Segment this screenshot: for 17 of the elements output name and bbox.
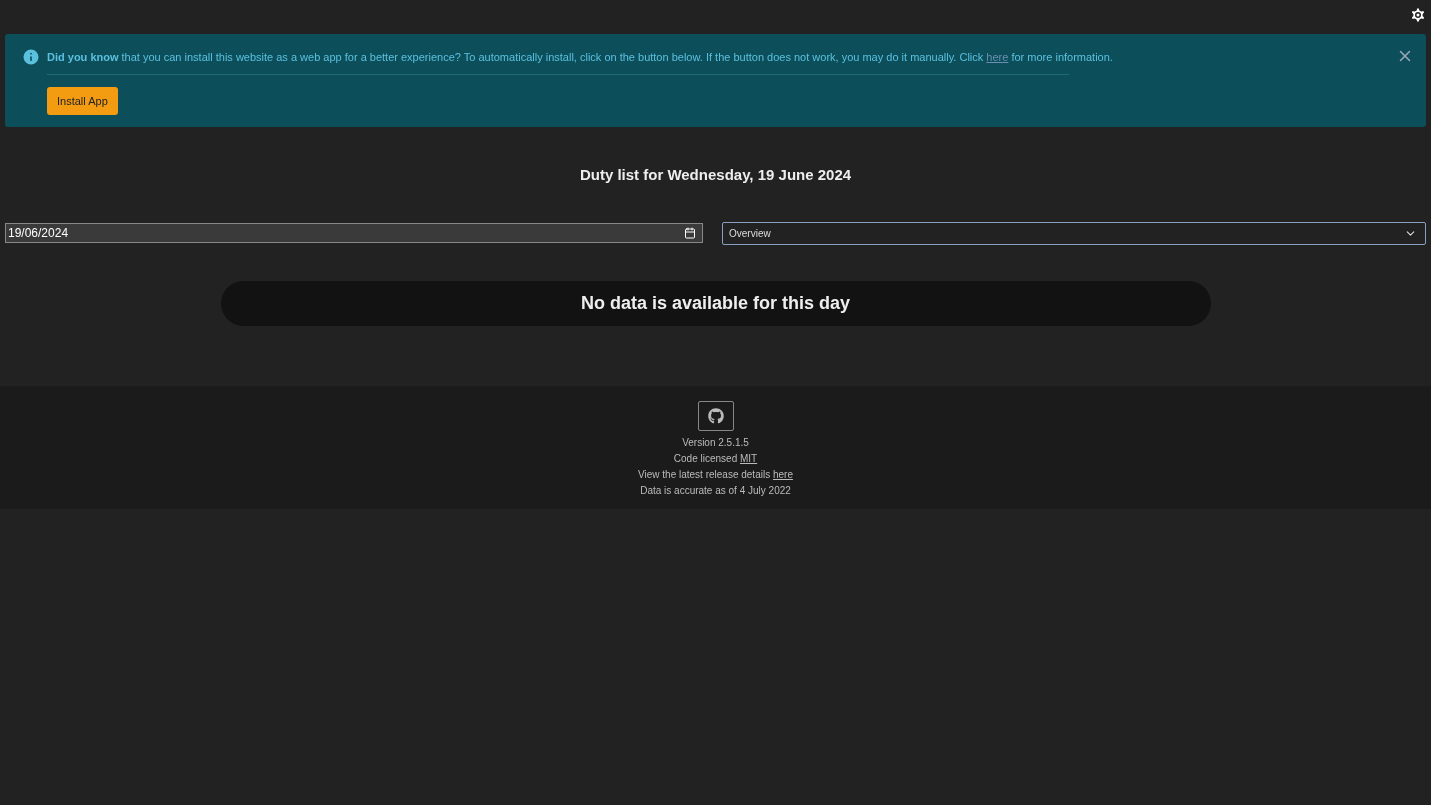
github-icon [707, 407, 724, 424]
footer-link[interactable]: MIT [739, 452, 758, 464]
view-select[interactable]: Overview [722, 221, 1426, 245]
footer-link[interactable]: here [772, 468, 793, 480]
settings-icon[interactable] [1409, 6, 1427, 24]
info-icon [21, 47, 41, 67]
calendar-icon[interactable] [684, 227, 696, 239]
page-heading: Duty list for Wednesday, 19 June 2024 [578, 165, 853, 185]
alert-message: Did you know that you can install this website as a web app for a better experience? To automatically install, click on the button below. If the button does not work, you may do it manually. Click here for more information. [47, 50, 1114, 65]
date-field[interactable]: 19/06/2024 [5, 223, 703, 243]
footer-text: View the latest release details here [638, 467, 793, 482]
empty-message: No data is available for this day [220, 280, 1211, 326]
footer-text: Data is accurate as of 4 July 2022 [640, 483, 791, 498]
footer-text: Code licensed MIT [673, 451, 758, 466]
install-app-button[interactable]: Install App [47, 87, 118, 115]
footer-text: Version 2.5.1.5 [682, 435, 749, 450]
github-button[interactable] [697, 400, 734, 431]
